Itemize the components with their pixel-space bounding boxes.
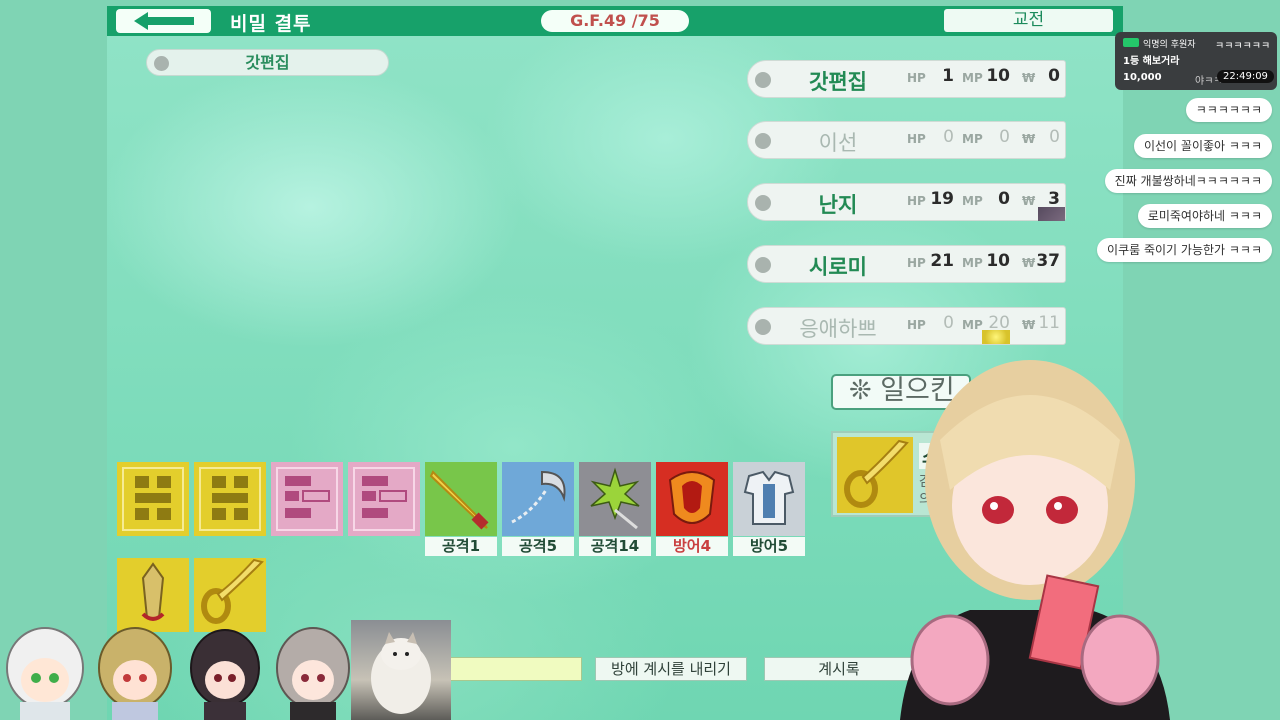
card-label: 방어5 (733, 537, 805, 556)
trade-button[interactable]: 교전 (944, 9, 1113, 32)
chat-message: ㅋㅋㅋㅋㅋㅋ (1185, 98, 1272, 122)
hp-value: 19 (930, 189, 954, 209)
donor-name: 익명의 후원자 (1143, 40, 1196, 50)
pink-pattern-card-icon (271, 462, 343, 536)
donation-text: 1등 해보거라 (1123, 56, 1180, 67)
status-dot-icon (755, 195, 771, 211)
my-name: 갓편집 (245, 53, 290, 72)
hand-card[interactable]: 공격14 (579, 462, 651, 557)
hp-label: HP (907, 132, 926, 146)
hand-card[interactable]: 방어5 (733, 462, 805, 557)
status-dot-icon (755, 257, 771, 273)
spike-flail-icon (579, 462, 651, 536)
hp-value: 1 (942, 66, 954, 86)
won-value: 0 (1048, 66, 1060, 86)
card-label: 방어4 (656, 537, 728, 556)
golden-horn-icon (194, 558, 266, 632)
chat-message: 진짜 개불쌍하네ㅋㅋㅋㅋㅋㅋ (1104, 169, 1272, 193)
top-bar: 비밀 결투 G.F.49 /75 교전 (107, 6, 1123, 36)
player-name: 이선 (818, 131, 858, 155)
chat-message: 이쿠룸 죽이기 가능한가 ㅋㅋㅋ (1097, 238, 1272, 262)
donation-overflow: ㅋㅋㅋㅋㅋㅋ (1215, 41, 1271, 52)
status-dot-icon (755, 319, 771, 335)
mp-value: 10 (986, 251, 1010, 271)
hp-label: HP (907, 194, 926, 208)
player-name: 시로미 (809, 255, 867, 279)
card-label: 공격14 (579, 537, 651, 556)
mp-label: MP (962, 132, 983, 146)
mp-value: 10 (986, 66, 1010, 86)
player-row[interactable]: 이선 HP 0 MP 0 ₩ 0 (747, 121, 1066, 159)
golden-club-icon (425, 462, 497, 536)
won-value: 0 (1049, 127, 1060, 147)
badge-icon (1123, 38, 1139, 47)
hp-label: HP (907, 256, 926, 270)
mp-value: 0 (999, 127, 1010, 147)
flame-shield-icon (656, 462, 728, 536)
player-name: 갓편집 (809, 70, 867, 94)
hp-label: HP (907, 71, 926, 85)
hand-card[interactable] (194, 462, 266, 557)
won-value: 37 (1036, 251, 1060, 271)
hand-card[interactable]: 공격5 (502, 462, 574, 557)
stream-chat: 익명의 후원자 ㅋㅋㅋㅋㅋㅋ 1등 해보거라 10,000 야ㅋㅋㅋ 22:49… (1087, 30, 1280, 300)
hand-card[interactable] (117, 462, 189, 557)
chain-sickle-icon (502, 462, 574, 536)
chat-message: 이선이 꼴이좋아 ㅋㅋㅋ (1133, 134, 1272, 158)
post-message-button[interactable]: 방에 계시를 내리기 (595, 657, 747, 681)
steel-armor-icon (733, 462, 805, 536)
status-dot-icon (755, 72, 771, 88)
timestamp: 22:49:09 (1217, 70, 1274, 83)
chat-message: 로미죽여야하네 ㅋㅋㅋ (1137, 204, 1272, 228)
mp-label: MP (962, 256, 983, 270)
donation-box: 익명의 후원자 ㅋㅋㅋㅋㅋㅋ 1등 해보거라 10,000 야ㅋㅋㅋ 22:49… (1115, 32, 1277, 90)
pink-pattern-card-icon (348, 462, 420, 536)
vtuber-avatar (900, 360, 1170, 720)
hand-card[interactable] (271, 462, 343, 557)
status-effect-icon (1038, 207, 1065, 221)
donation-amount: 10,000 (1123, 72, 1162, 83)
status-dot-icon (154, 56, 169, 71)
hand-card[interactable]: 방어4 (656, 462, 728, 557)
yellow-pattern-card-icon (194, 462, 266, 536)
player-row[interactable]: 갓편집 HP 1 MP 10 ₩ 0 (747, 60, 1066, 98)
gf-counter: G.F.49 /75 (541, 10, 689, 32)
hp-value: 0 (943, 127, 954, 147)
hand-card[interactable] (348, 462, 420, 557)
mp-label: MP (962, 71, 983, 85)
card-label: 공격1 (425, 537, 497, 556)
player-row[interactable]: 난지 HP 19 MP 0 ₩ 3 (747, 183, 1066, 221)
my-name-pill[interactable]: 갓편집 (146, 49, 389, 76)
player-name: 난지 (818, 193, 858, 217)
won-value: 3 (1048, 189, 1060, 209)
straw-doll-icon (117, 558, 189, 632)
webcam-cat-video (351, 620, 451, 720)
hp-value: 21 (930, 251, 954, 271)
mp-value: 0 (998, 189, 1010, 209)
participant-avatar (98, 627, 172, 720)
back-arrow-icon (134, 12, 194, 30)
mp-label: MP (962, 194, 983, 208)
card-label: 공격5 (502, 537, 574, 556)
hand-card[interactable]: 공격1 (425, 462, 497, 557)
back-button[interactable] (116, 9, 211, 33)
player-row[interactable]: 시로미 HP 21 MP 10 ₩ 37 (747, 245, 1066, 283)
participant-avatar (276, 627, 350, 720)
participant-avatar (6, 627, 84, 720)
participant-avatar (190, 629, 260, 720)
status-dot-icon (755, 133, 771, 149)
game-title: 비밀 결투 (230, 13, 312, 35)
yellow-pattern-card-icon (117, 462, 189, 536)
message-input[interactable] (450, 657, 582, 681)
